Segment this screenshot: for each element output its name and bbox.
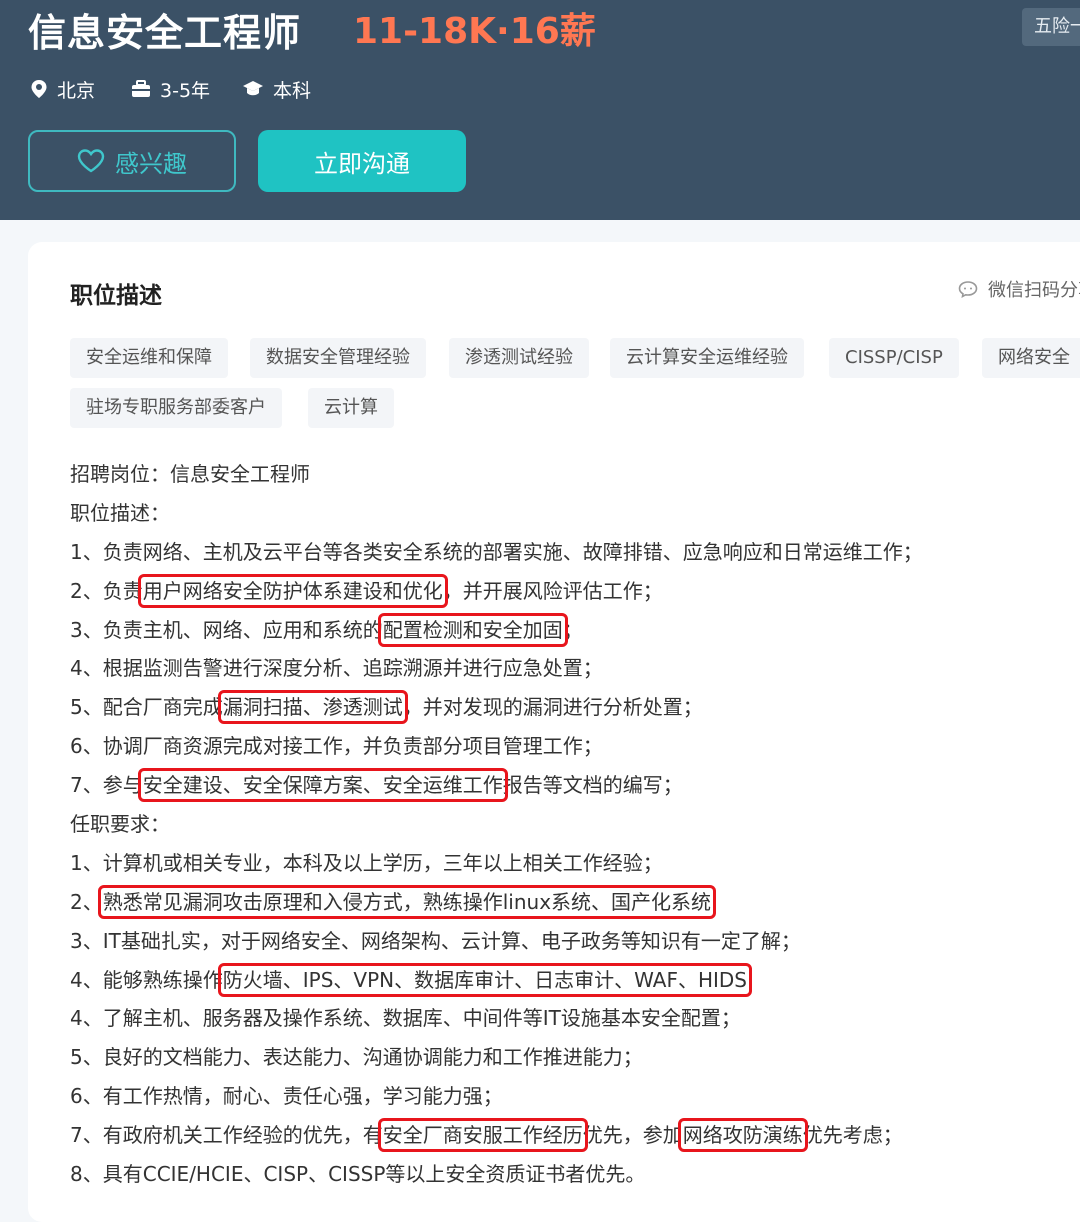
highlight-box: 配置检测和安全加固 bbox=[377, 612, 568, 647]
benefit-tag: 五险一金 bbox=[1022, 8, 1080, 46]
skill-tag[interactable]: CISSP/CISP bbox=[829, 338, 959, 378]
experience-label: 3-5年 bbox=[160, 79, 211, 102]
job-title: 信息安全工程师 bbox=[28, 11, 302, 55]
meta-experience: 3-5年 bbox=[131, 76, 210, 102]
skill-tag[interactable]: 云计算 bbox=[308, 388, 394, 428]
description-line: 2、熟悉常见漏洞攻击原理和入侵方式，熟练操作linux系统、国产化系统 bbox=[70, 884, 717, 919]
description-line: 职位描述： bbox=[70, 500, 170, 525]
description-line: 1、负责网络、主机及云平台等各类安全系统的部署实施、故障排错、应急响应和日常运维… bbox=[70, 539, 923, 564]
description-line: 7、参与安全建设、安全保障方案、安全运维工作报告等文档的编写； bbox=[70, 768, 683, 803]
description-line: 5、配合厂商完成漏洞扫描、渗透测试，并对发现的漏洞进行分析处置； bbox=[70, 690, 703, 725]
skill-tag[interactable]: 数据安全管理经验 bbox=[250, 338, 426, 378]
highlight-box: 用户网络安全防护体系建设和优化 bbox=[137, 573, 448, 608]
skill-tag[interactable]: 渗透测试经验 bbox=[449, 338, 589, 378]
job-header: 信息安全工程师 11-18K·16薪 五险一金 北京 3-5年 本科 感兴趣 立… bbox=[0, 0, 1080, 220]
education-label: 本科 bbox=[273, 79, 312, 102]
share-label: 微信扫码分享 bbox=[988, 280, 1080, 301]
description-line: 8、具有CCIE/HCIE、CISP、CISSP等以上安全资质证书者优先。 bbox=[70, 1162, 646, 1187]
description-line: 4、根据监测告警进行深度分析、追踪溯源并进行应急处置； bbox=[70, 656, 603, 681]
description-line: 2、负责用户网络安全防护体系建设和优化，并开展风险评估工作； bbox=[70, 573, 663, 608]
interest-button[interactable]: 感兴趣 bbox=[28, 130, 236, 192]
description-line: 招聘岗位：信息安全工程师 bbox=[70, 462, 310, 486]
interest-label: 感兴趣 bbox=[115, 149, 187, 178]
meta-education: 本科 bbox=[242, 76, 311, 102]
skill-tag[interactable]: 网络安全 bbox=[982, 338, 1080, 378]
highlight-box: 安全厂商安服工作经历 bbox=[377, 1118, 588, 1153]
graduation-cap-icon bbox=[243, 81, 263, 96]
description-line: 6、协调厂商资源完成对接工作，并负责部分项目管理工作； bbox=[70, 734, 603, 759]
skill-tag[interactable]: 安全运维和保障 bbox=[70, 338, 228, 378]
highlight-box: 漏洞扫描、渗透测试 bbox=[217, 690, 408, 725]
highlight-box: 防火墙、IPS、VPN、数据库审计、日志审计、WAF、HIDS bbox=[217, 962, 753, 997]
description-line: 4、了解主机、服务器及操作系统、数据库、中间件等IT设施基本安全配置； bbox=[70, 1006, 741, 1031]
description-line: 3、负责主机、网络、应用和系统的配置检测和安全加固； bbox=[70, 612, 583, 647]
highlight-box: 网络攻防演练 bbox=[677, 1118, 808, 1153]
description-line: 6、有工作热情，耐心、责任心强，学习能力强； bbox=[70, 1084, 503, 1109]
briefcase-icon bbox=[132, 80, 150, 97]
description-line: 5、良好的文档能力、表达能力、沟通协调能力和工作推进能力； bbox=[70, 1045, 643, 1070]
location-pin-icon bbox=[31, 80, 47, 98]
skill-tag[interactable]: 驻场专职服务部委客户 bbox=[70, 388, 282, 428]
chat-bubble-icon bbox=[958, 281, 978, 298]
section-title: 职位描述 bbox=[70, 283, 162, 309]
meta-city: 北京 bbox=[30, 76, 95, 102]
heart-icon bbox=[77, 149, 105, 173]
description-line: 1、计算机或相关专业，本科及以上学历，三年以上相关工作经验； bbox=[70, 850, 663, 875]
description-line: 3、IT基础扎实，对于网络安全、网络架构、云计算、电子政务等知识有一定了解； bbox=[70, 928, 801, 953]
description-line: 任职要求： bbox=[70, 812, 170, 837]
skill-tag[interactable]: 云计算安全运维经验 bbox=[610, 338, 804, 378]
salary: 11-18K·16薪 bbox=[353, 11, 596, 52]
description-line: 7、有政府机关工作经验的优先，有安全厂商安服工作经历优先，参加网络攻防演练优先考… bbox=[70, 1118, 903, 1153]
wechat-share[interactable]: 微信扫码分享 bbox=[958, 276, 1080, 302]
city-label: 北京 bbox=[57, 79, 96, 102]
highlight-box: 熟悉常见漏洞攻击原理和入侵方式，熟练操作linux系统、国产化系统 bbox=[97, 884, 717, 919]
description-line: 4、能够熟练操作防火墙、IPS、VPN、数据库审计、日志审计、WAF、HIDS bbox=[70, 962, 753, 997]
chat-now-button[interactable]: 立即沟通 bbox=[258, 130, 466, 192]
job-description: 招聘岗位：信息安全工程师 职位描述： 1、负责网络、主机及云平台等各类安全系统的… bbox=[70, 455, 1070, 1194]
highlight-box: 安全建设、安全保障方案、安全运维工作 bbox=[137, 768, 508, 803]
